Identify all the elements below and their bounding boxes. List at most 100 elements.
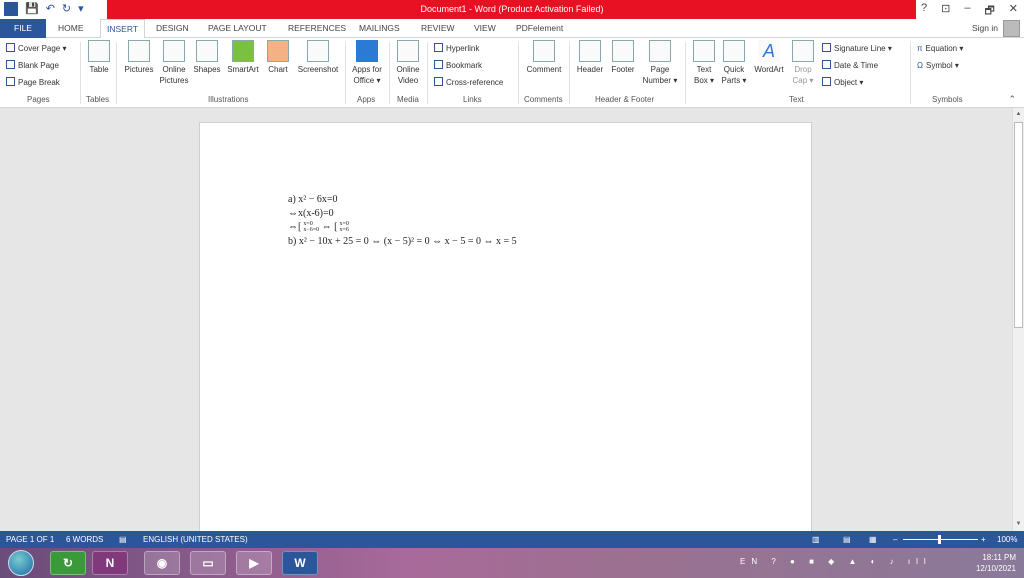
quick-parts-icon bbox=[723, 40, 745, 62]
blank-page-button[interactable]: Blank Page bbox=[6, 60, 59, 71]
redo-icon[interactable]: ↻ bbox=[62, 2, 71, 16]
quick-access-toolbar: W 💾 ↶ ↻ ▾ bbox=[4, 2, 84, 16]
tab-file[interactable]: FILE bbox=[0, 19, 46, 38]
divider bbox=[569, 42, 570, 104]
online-video-button[interactable]: Online Video bbox=[393, 40, 423, 86]
tab-home[interactable]: HOME bbox=[58, 23, 84, 33]
tab-pdfelement[interactable]: PDFelement bbox=[516, 23, 563, 33]
object-icon bbox=[822, 77, 831, 86]
onenote-app-icon[interactable]: N bbox=[92, 551, 128, 575]
customize-qat-icon[interactable]: ▾ bbox=[78, 2, 84, 16]
comment-icon bbox=[533, 40, 555, 62]
bookmark-button[interactable]: Bookmark bbox=[434, 60, 482, 71]
page-break-button[interactable]: Page Break bbox=[6, 77, 60, 88]
signature-line-icon bbox=[822, 43, 831, 52]
hyperlink-button[interactable]: Hyperlink bbox=[434, 43, 479, 54]
ribbon: Cover Page ▾ Blank Page Page Break Pages… bbox=[0, 38, 1024, 108]
sign-in-link[interactable]: Sign in bbox=[972, 23, 998, 33]
smartart-button[interactable]: SmartArt bbox=[224, 40, 262, 75]
comment-button[interactable]: Comment bbox=[522, 40, 566, 75]
smartart-icon bbox=[232, 40, 254, 62]
read-mode-icon[interactable]: ▥ bbox=[812, 535, 820, 544]
online-pictures-button[interactable]: Online Pictures bbox=[158, 40, 190, 86]
vertical-scrollbar[interactable]: ▲ ▼ bbox=[1012, 108, 1024, 531]
text-box-button[interactable]: Text Box ▾ bbox=[690, 40, 718, 86]
divider bbox=[427, 42, 428, 104]
header-icon bbox=[579, 40, 601, 62]
bracket-system: x=0 x−6=0 bbox=[303, 221, 320, 233]
page-number-button[interactable]: Page Number ▾ bbox=[640, 40, 680, 86]
drop-cap-button[interactable]: Drop Cap ▾ bbox=[790, 40, 816, 86]
proofing-icon[interactable]: ▤ bbox=[119, 535, 127, 544]
symbol-button[interactable]: Ω Symbol ▾ bbox=[917, 60, 959, 71]
pictures-button[interactable]: Pictures bbox=[122, 40, 156, 75]
cross-reference-icon bbox=[434, 77, 443, 86]
quick-parts-button[interactable]: Quick Parts ▾ bbox=[719, 40, 749, 86]
blank-page-icon bbox=[6, 60, 15, 69]
screenshot-icon bbox=[307, 40, 329, 62]
scroll-down-arrow-icon[interactable]: ▼ bbox=[1014, 520, 1023, 529]
chrome-app-icon[interactable]: ◉ bbox=[144, 551, 180, 575]
page-count[interactable]: PAGE 1 OF 1 bbox=[6, 535, 54, 544]
word-logo-icon: W bbox=[4, 2, 18, 16]
browser-app-icon[interactable]: ↻ bbox=[50, 551, 86, 575]
word-app-icon[interactable]: W bbox=[282, 551, 318, 575]
hyperlink-icon bbox=[434, 43, 443, 52]
shapes-button[interactable]: Shapes bbox=[192, 40, 222, 75]
print-layout-icon[interactable]: ▤ bbox=[843, 535, 851, 544]
file-explorer-icon[interactable]: ▭ bbox=[190, 551, 226, 575]
collapse-ribbon-icon[interactable]: ⌃ bbox=[1008, 94, 1016, 105]
calendar-icon bbox=[822, 60, 831, 69]
chart-icon bbox=[267, 40, 289, 62]
wordart-icon: A bbox=[758, 40, 780, 62]
zoom-slider-knob[interactable] bbox=[938, 535, 941, 544]
scrollbar-thumb[interactable] bbox=[1014, 122, 1023, 328]
divider bbox=[80, 42, 81, 104]
tab-review[interactable]: REVIEW bbox=[421, 23, 455, 33]
date-time-button[interactable]: Date & Time bbox=[822, 60, 878, 71]
avatar[interactable] bbox=[1003, 20, 1020, 37]
zoom-in-button[interactable]: + bbox=[981, 535, 986, 544]
screenshot-button[interactable]: Screenshot bbox=[294, 40, 342, 75]
chart-button[interactable]: Chart bbox=[265, 40, 291, 75]
save-icon[interactable]: 💾 bbox=[25, 2, 39, 16]
cover-page-icon bbox=[6, 43, 15, 52]
zoom-out-button[interactable]: – bbox=[893, 535, 897, 544]
office-store-icon bbox=[356, 40, 378, 62]
tab-view[interactable]: VIEW bbox=[474, 23, 496, 33]
omega-icon: Ω bbox=[917, 61, 923, 70]
signature-line-button[interactable]: Signature Line ▾ bbox=[822, 43, 892, 54]
web-layout-icon[interactable]: ▦ bbox=[869, 535, 877, 544]
equation-button[interactable]: π Equation ▾ bbox=[917, 43, 963, 54]
group-label-media: Media bbox=[397, 95, 419, 104]
zoom-level[interactable]: 100% bbox=[997, 535, 1017, 544]
tab-page-layout[interactable]: PAGE LAYOUT bbox=[208, 23, 267, 33]
cover-page-button[interactable]: Cover Page ▾ bbox=[6, 43, 66, 54]
group-label-tables: Tables bbox=[86, 95, 110, 104]
undo-icon[interactable]: ↶ bbox=[46, 2, 55, 16]
media-player-icon[interactable]: ▶ bbox=[236, 551, 272, 575]
equation-line: b) x² − 10x + 25 = 0 ⇔ (x − 5)² = 0 ⇔ x … bbox=[288, 236, 517, 247]
tab-insert[interactable]: INSERT bbox=[100, 19, 146, 39]
table-button[interactable]: Table bbox=[86, 40, 112, 75]
system-tray-icons[interactable]: EN ? ● ■ ◆ ▲ ◐ ♪ ıll bbox=[740, 557, 932, 566]
object-button[interactable]: Object ▾ bbox=[822, 77, 863, 88]
footer-button[interactable]: Footer bbox=[607, 40, 639, 75]
cross-reference-button[interactable]: Cross-reference bbox=[434, 77, 503, 88]
equation-line: a) x² − 6x=0 bbox=[288, 194, 338, 205]
wordart-button[interactable]: A WordArt bbox=[750, 40, 788, 75]
apps-for-office-button[interactable]: Apps for Office ▾ bbox=[348, 40, 386, 86]
clock[interactable]: 18:11 PM 12/10/2021 bbox=[976, 552, 1016, 574]
tab-references[interactable]: REFERENCES bbox=[288, 23, 346, 33]
start-button[interactable] bbox=[8, 550, 34, 576]
document-page[interactable]: a) x² − 6x=0 ⇔x(x-6)=0 ⇔[x=0 x−6=0 ⇔ [x=0… bbox=[199, 122, 812, 542]
word-count[interactable]: 6 WORDS bbox=[66, 535, 103, 544]
scroll-up-arrow-icon[interactable]: ▲ bbox=[1014, 110, 1023, 119]
equation-line: ⇔x(x-6)=0 bbox=[288, 208, 334, 219]
header-button[interactable]: Header bbox=[573, 40, 607, 75]
language-indicator[interactable]: ENGLISH (UNITED STATES) bbox=[143, 535, 248, 544]
drop-cap-icon bbox=[792, 40, 814, 62]
tab-design[interactable]: DESIGN bbox=[156, 23, 189, 33]
tab-mailings[interactable]: MAILINGS bbox=[359, 23, 400, 33]
bookmark-icon bbox=[434, 60, 443, 69]
